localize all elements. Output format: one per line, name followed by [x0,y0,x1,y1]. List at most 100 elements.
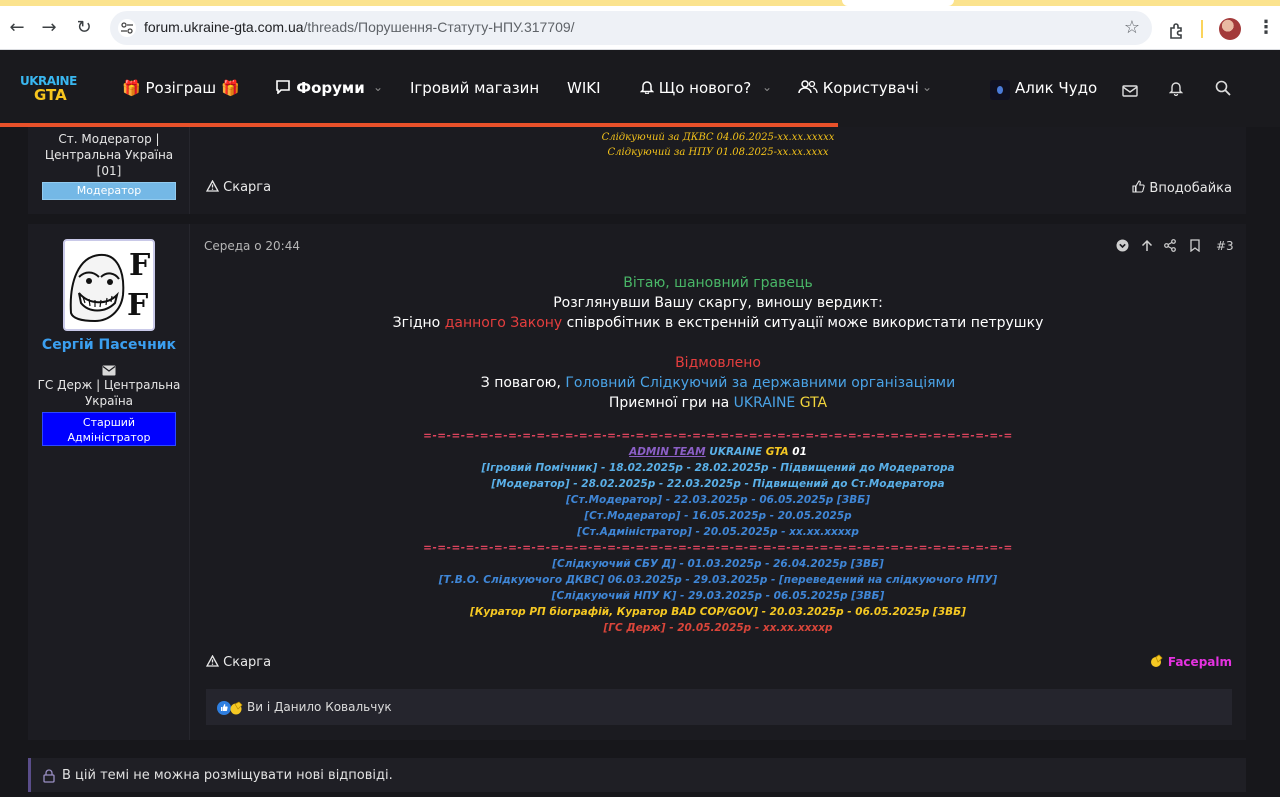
user-title: ГС Держ | Центральна Україна [28,377,190,409]
post-date[interactable]: Середа о 20:44 [204,239,300,253]
bookmark-icon[interactable] [1190,239,1200,255]
admin-team-link[interactable]: ADMIN TEAM [629,446,706,458]
signature-line: [Модератор] - 28.02.2025р - 22.03.2025р … [491,478,945,490]
reaction-icons [216,700,244,716]
address-bar[interactable]: forum.ukraine-gta.com.ua/threads/Порушен… [110,11,1152,45]
reaction-label: Facepalm [1167,655,1232,669]
svg-text:F: F [127,288,148,323]
bell-icon [639,79,659,97]
chevron-down-icon[interactable]: ⌄ [762,80,772,94]
profile-icon[interactable] [1219,18,1241,40]
enjoy-pre: Приємної гри на [608,395,734,411]
thread-locked-text: В цій темі не можна розміщувати нові від… [62,768,393,783]
nav-whats-new[interactable]: Що нового? [639,79,751,97]
post-previous: Ст. Модератор | Центральна Україна [01] … [28,127,1246,214]
regards-line: З повагою, Головний Слідкуючий за держав… [190,373,1246,393]
post-number[interactable]: #3 [1216,239,1234,253]
user-role-badge: Старший Адміністратор [42,412,176,446]
browser-menu-icon[interactable]: ⋮ [1257,18,1275,38]
regards-pre: З повагою, [480,375,566,391]
like-button[interactable]: Вподобайка [1132,180,1232,196]
verdict: Відмовлено [675,355,761,371]
law-line: Згідно данного Закону співробітник в екс… [190,313,1246,333]
gift-icon: 🎁 [122,79,141,97]
admin-team-gta: GTA [765,446,789,458]
url-domain: forum.ukraine-gta.com.ua [144,19,304,35]
chat-icon [275,79,296,97]
report-label: Скарга [223,655,272,670]
regards-role: Головний Слідкуючий за державними органі… [565,375,956,391]
avatar[interactable]: F F [63,239,155,331]
search-icon[interactable] [1215,80,1231,100]
lock-icon [43,768,55,787]
nav-giveaway[interactable]: 🎁 Розіграш 🎁 [122,79,240,97]
report-label: Скарга [223,180,272,195]
url-path: /threads/Порушення-Статуту-НПУ.317709/ [303,19,575,35]
badge-line: Старший [82,416,136,429]
signature-line: [Ст.Адміністратор] - 20.05.2025р - xx.xx… [577,526,859,538]
nav-forums[interactable]: Форуми [275,79,365,97]
reactions-text[interactable]: Ви і Данило Ковальчук [247,700,392,714]
mail-icon[interactable] [1122,82,1138,101]
arrow-up-icon[interactable] [1141,239,1153,255]
admin-team-ukraine: UKRAINE [705,446,766,458]
nav-giveaway-label: Розіграш [145,79,217,97]
nav-forums-label: Форуми [296,79,365,97]
message-text: Вітаю, шановний гравець Розглянувши Вашу… [190,273,1246,413]
nav-wiki[interactable]: WIKI [567,79,601,97]
post-3: F F Сергій Пасечник ГС Держ | Центральна… [28,224,1246,740]
share-icon[interactable] [1164,239,1176,255]
signature-separator: =-=-=-=-=-=-=-=-=-=-=-=-=-=-=-=-=-=-=-=-… [423,430,1013,442]
bell-icon[interactable] [1168,80,1184,100]
user-avatar[interactable] [990,80,1010,100]
signature-separator: =-=-=-=-=-=-=-=-=-=-=-=-=-=-=-=-=-=-=-=-… [423,542,1013,554]
badge-line: Адміністратор [67,431,151,444]
extensions-icon[interactable] [1168,22,1186,40]
report-button[interactable]: Скарга [205,179,272,195]
signature: =-=-=-=-=-=-=-=-=-=-=-=-=-=-=-=-=-=-=-=-… [190,428,1246,636]
user-title-line: Ст. Модератор | [58,132,160,146]
account-username[interactable]: Алик Чудо [1015,79,1097,97]
site-logo[interactable]: UKRAINE GTA [20,74,78,106]
chevron-down-icon[interactable]: ⌄ [922,80,932,94]
signature-line: [Куратор РП біографій, Куратор BAD COP/G… [470,606,966,618]
signature-line: [Слідкуючий НПУ К] - 29.03.2025р - 06.05… [551,590,885,602]
nav-shop[interactable]: Ігровий магазин [410,79,539,97]
user-title: Ст. Модератор | Центральна Україна [01] [28,131,190,179]
nav-users[interactable]: Користувачі [798,79,919,97]
user-title-line: [01] [96,164,122,178]
thumbs-up-icon [1132,180,1149,196]
enjoy-gta: GTA [799,395,828,411]
report-button[interactable]: Скарга [205,654,272,670]
nav-users-label: Користувачі [822,79,919,97]
signature-line: [Т.В.О. Слідкуючого ДКВС] 06.03.2025р - … [438,574,998,586]
chevron-down-icon[interactable] [1116,239,1129,255]
site-settings-icon[interactable] [118,19,136,37]
svg-text:F: F [129,248,150,283]
reload-icon[interactable]: ↻ [73,17,95,39]
admin-team-line: ADMIN TEAM UKRAINE GTA 01 [190,444,1246,460]
user-role-badge: Модератор [42,182,176,200]
signature-line: Слідкуючий за НПУ 01.08.2025-xx.xx.xxxx [607,147,829,158]
toolbar-divider [1201,20,1203,38]
user-title-line: Україна [84,394,134,408]
site-header: UKRAINE GTA 🎁 Розіграш 🎁 Форуми ⌄ Ігрови… [0,50,1280,127]
star-icon[interactable]: ☆ [1124,17,1140,38]
gift-icon: 🎁 [220,79,240,97]
warning-icon [205,654,223,670]
law-link[interactable]: данного Закону [445,315,563,331]
verdict-intro: Розглянувши Вашу скаргу, виношу вердикт: [553,295,883,311]
reactions-bar[interactable]: Ви і Данило Ковальчук [206,689,1232,725]
enjoy-ukraine: UKRAINE [733,395,796,411]
chevron-down-icon[interactable]: ⌄ [373,80,383,94]
forward-arrow-icon[interactable]: → [38,17,60,39]
post-author-name[interactable]: Сергій Пасечник [28,337,190,353]
users-icon [798,79,823,97]
post-user-sidebar: Ст. Модератор | Центральна Україна [01] … [28,127,190,214]
reaction-button[interactable]: Facepalm [1150,654,1232,669]
post-body: Середа о 20:44 #3 Вітаю, шановний гравец… [190,224,1246,740]
back-arrow-icon[interactable]: ← [6,17,28,39]
url-text[interactable]: forum.ukraine-gta.com.ua/threads/Порушен… [144,19,575,35]
facepalm-icon [1150,654,1168,669]
